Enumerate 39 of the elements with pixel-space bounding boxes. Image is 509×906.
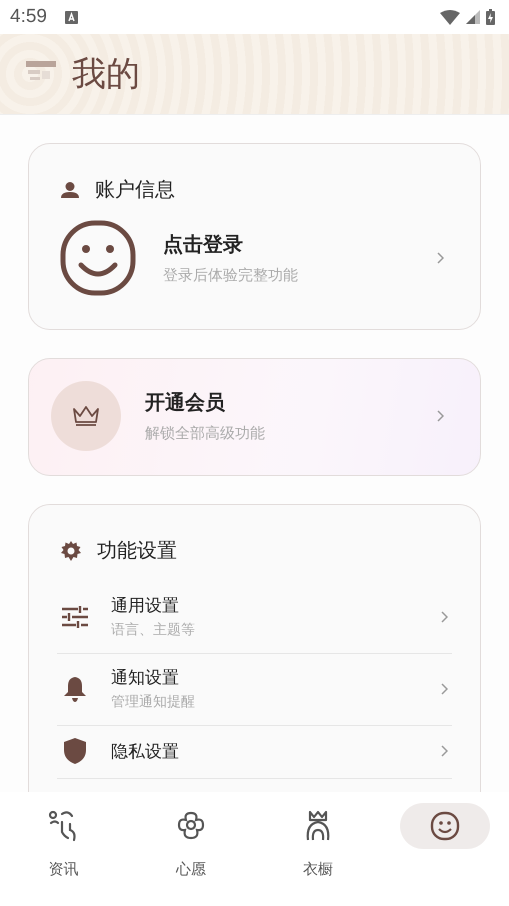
- chevron-icon: [437, 252, 444, 264]
- settings-item[interactable]: 隐私设置: [57, 726, 452, 779]
- signal-icon: [466, 10, 480, 24]
- page-title: 我的: [72, 53, 140, 96]
- membership-card[interactable]: 开通会员 解锁全部高级功能: [28, 358, 481, 476]
- item-subtitle: 管理通知提醒: [111, 693, 196, 711]
- nav-tab[interactable]: 资讯: [0, 806, 128, 906]
- membership-title: 开通会员: [145, 389, 226, 416]
- nav-tab[interactable]: 心愿: [127, 806, 254, 906]
- gear-icon: [61, 540, 81, 560]
- item-title: 通用设置: [111, 595, 180, 617]
- smiley-avatar-icon: [59, 219, 137, 297]
- section-title: 账户信息: [95, 176, 175, 203]
- login-hint: 登录后体验完整功能: [163, 266, 299, 285]
- item-title: 隐私设置: [111, 740, 180, 762]
- item-title: 通知设置: [111, 667, 180, 689]
- status-time: 4:59: [10, 6, 47, 28]
- tab-label: 心愿: [176, 860, 206, 879]
- shield-icon: [61, 738, 89, 764]
- sliders-icon: [61, 606, 89, 628]
- nav-tab[interactable]: 衣橱: [254, 806, 382, 906]
- keyboard-icon: [64, 10, 78, 24]
- item-subtitle: 语言、主题等: [111, 621, 196, 639]
- membership-subtitle: 解锁全部高级功能: [145, 424, 266, 443]
- battery-icon: [486, 9, 495, 25]
- settings-item[interactable]: 通知设置 管理通知提醒: [57, 654, 452, 726]
- chevron-icon: [441, 610, 448, 622]
- settings-item[interactable]: 通用设置 语言、主题等: [57, 582, 452, 654]
- tab-label: 衣橱: [303, 860, 334, 879]
- chevron-icon: [441, 682, 448, 694]
- tab-label: 资讯: [48, 860, 79, 879]
- login-row[interactable]: 点击登录 登录后体验完整功能: [29, 203, 480, 329]
- smiley-icon: [430, 811, 460, 841]
- chevron-icon: [437, 410, 444, 422]
- person-icon: [61, 182, 79, 198]
- chevron-icon: [441, 745, 448, 757]
- section-title: 功能设置: [97, 537, 177, 564]
- login-label: 点击登录: [163, 231, 244, 258]
- wifi-icon: [440, 10, 460, 24]
